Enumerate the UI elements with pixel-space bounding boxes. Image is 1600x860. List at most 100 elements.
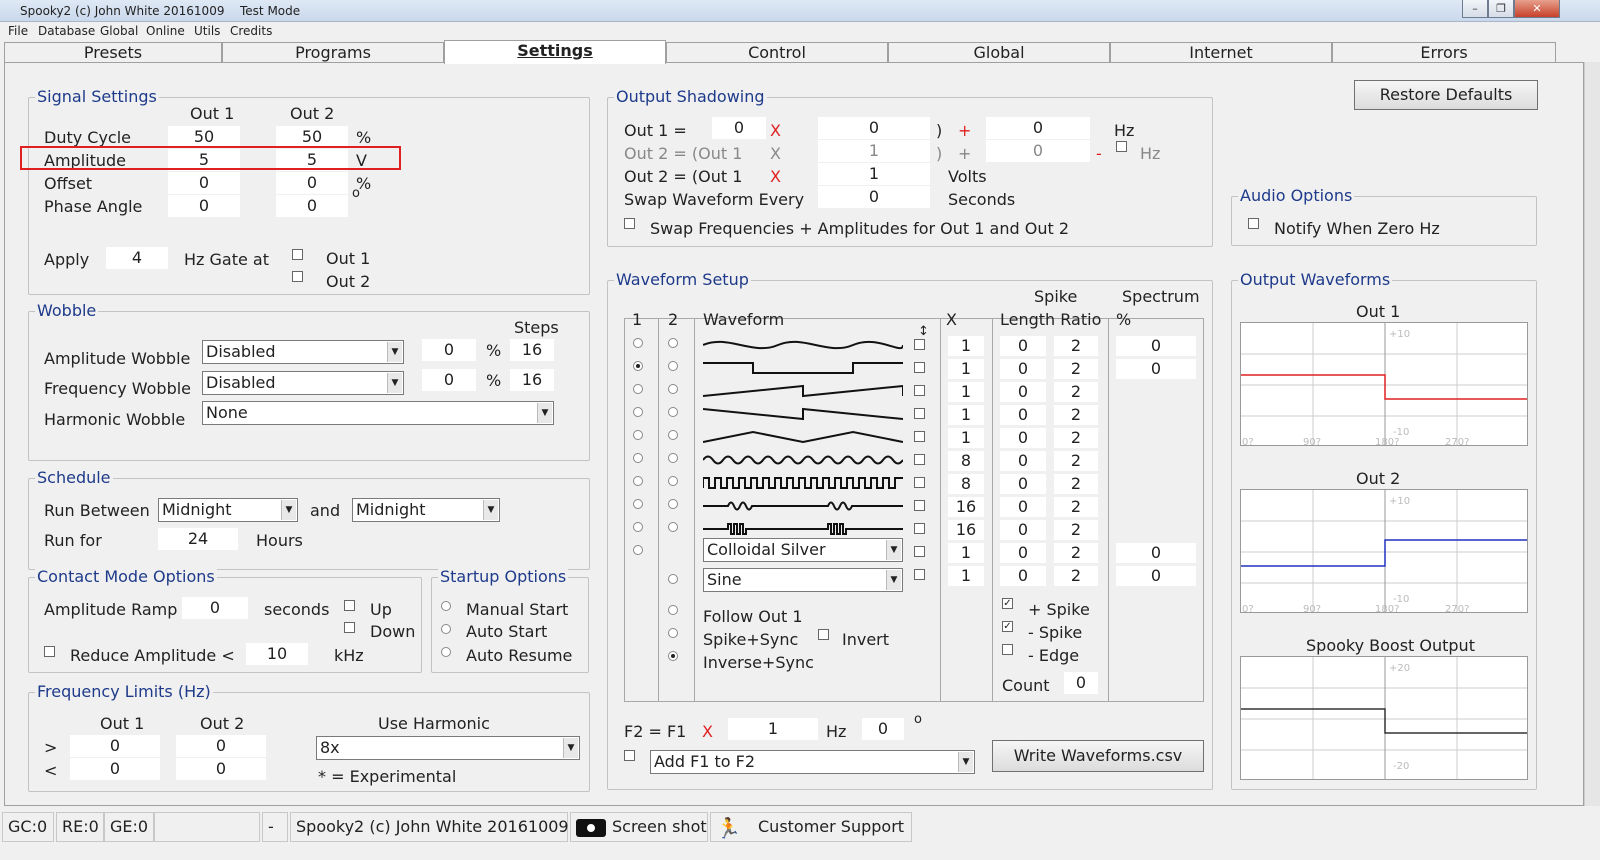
tab-programs[interactable]: Programs: [222, 42, 444, 62]
out2-waveform-radio[interactable]: [668, 453, 678, 463]
shadow-out2-c[interactable]: 0: [986, 140, 1090, 162]
multiplier-input[interactable]: 1: [948, 566, 984, 586]
waveform-preset-select[interactable]: Colloidal Silver ▼: [703, 538, 903, 562]
gate-out1-checkbox[interactable]: [292, 249, 303, 260]
multiplier-input[interactable]: 1: [948, 543, 984, 563]
restore-defaults-button[interactable]: Restore Defaults: [1354, 80, 1538, 110]
menu-credits[interactable]: Credits: [230, 24, 272, 38]
spike-length-input[interactable]: 0: [1000, 451, 1046, 471]
multiplier-input[interactable]: 8: [948, 474, 984, 494]
spike-ratio-input[interactable]: 2: [1054, 405, 1098, 425]
add-f1-select[interactable]: Add F1 to F2 ▼: [650, 750, 975, 774]
waveform-enable-checkbox[interactable]: [914, 523, 925, 534]
frequency-wobble-value-input[interactable]: 0: [422, 369, 476, 391]
out2-waveform-radio[interactable]: [668, 338, 678, 348]
out2-waveform-radio[interactable]: [668, 574, 678, 584]
harmonic-wobble-select[interactable]: None ▼: [202, 401, 554, 425]
multiplier-input[interactable]: 1: [948, 405, 984, 425]
minus-edge-checkbox[interactable]: [1002, 644, 1013, 655]
amplitude-wobble-select[interactable]: Disabled ▼: [202, 340, 404, 364]
out1-waveform-radio[interactable]: [633, 384, 643, 394]
upper-limit-out1[interactable]: 0: [70, 735, 160, 757]
f2-phase-input[interactable]: 0: [862, 718, 904, 740]
out1-waveform-radio[interactable]: [633, 361, 643, 371]
frequency-wobble-select[interactable]: Disabled ▼: [202, 371, 404, 395]
spike-ratio-input[interactable]: 2: [1054, 359, 1098, 379]
duty-cycle-out2[interactable]: 50: [276, 126, 348, 148]
customer-support-button[interactable]: 🏃 Customer Support: [710, 812, 912, 842]
auto-resume-radio[interactable]: [441, 647, 451, 657]
spike-length-input[interactable]: 0: [1000, 336, 1046, 356]
inverse-sync-radio[interactable]: [668, 651, 678, 661]
waveform-sine-select[interactable]: Sine ▼: [703, 568, 903, 592]
spike-length-input[interactable]: 0: [1000, 405, 1046, 425]
invert-checkbox[interactable]: [818, 629, 829, 640]
multiplier-input[interactable]: 16: [948, 520, 984, 540]
amplitude-wobble-steps[interactable]: 16: [510, 339, 554, 361]
reduce-amplitude-checkbox[interactable]: [44, 646, 55, 657]
ramp-up-checkbox[interactable]: [344, 600, 355, 611]
shadow-out1-b[interactable]: 0: [818, 117, 930, 139]
out1-waveform-radio[interactable]: [633, 522, 643, 532]
spike-length-input[interactable]: 0: [1000, 359, 1046, 379]
waveform-enable-checkbox[interactable]: [914, 569, 925, 580]
waveform-enable-checkbox[interactable]: [914, 339, 925, 350]
spike-ratio-input[interactable]: 2: [1054, 382, 1098, 402]
frequency-wobble-steps[interactable]: 16: [510, 369, 554, 391]
spike-ratio-input[interactable]: 2: [1054, 497, 1098, 517]
multiplier-input[interactable]: 1: [948, 428, 984, 448]
multiplier-input[interactable]: 8: [948, 451, 984, 471]
out2-waveform-radio[interactable]: [668, 407, 678, 417]
swap-waveform-seconds[interactable]: 0: [818, 186, 930, 208]
menu-utils[interactable]: Utils: [194, 24, 220, 38]
out2-waveform-radio[interactable]: [668, 361, 678, 371]
out2-waveform-radio[interactable]: [668, 499, 678, 509]
gate-hz-input[interactable]: 4: [106, 247, 168, 269]
gate-out2-checkbox[interactable]: [292, 271, 303, 282]
spike-ratio-input[interactable]: 2: [1054, 451, 1098, 471]
phase-angle-out1[interactable]: 0: [168, 195, 240, 217]
menu-global[interactable]: Global: [100, 24, 138, 38]
spike-ratio-input[interactable]: 2: [1054, 474, 1098, 494]
tab-settings[interactable]: Settings: [444, 40, 666, 64]
out2-waveform-radio[interactable]: [668, 384, 678, 394]
duty-cycle-out1[interactable]: 50: [168, 126, 240, 148]
out1-waveform-radio[interactable]: [633, 476, 643, 486]
shadow-negate-checkbox[interactable]: [1116, 141, 1127, 152]
tab-presets[interactable]: Presets: [4, 42, 222, 62]
spike-length-input[interactable]: 0: [1000, 543, 1046, 563]
run-for-hours-input[interactable]: 24: [158, 528, 238, 550]
write-waveforms-button[interactable]: Write Waveforms.csv: [992, 740, 1204, 772]
upper-limit-out2[interactable]: 0: [176, 735, 266, 757]
manual-start-radio[interactable]: [441, 601, 451, 611]
minimize-button[interactable]: –: [1462, 0, 1488, 18]
waveform-enable-checkbox[interactable]: [914, 408, 925, 419]
screenshot-button[interactable]: Screen shot: [570, 812, 708, 842]
close-button[interactable]: ✕: [1514, 0, 1560, 18]
waveform-enable-checkbox[interactable]: [914, 500, 925, 511]
minus-spike-checkbox[interactable]: ✓: [1002, 621, 1013, 632]
offset-out1[interactable]: 0: [168, 172, 240, 194]
waveform-enable-checkbox[interactable]: [914, 431, 925, 442]
maximize-button[interactable]: ❐: [1488, 0, 1514, 18]
waveform-enable-checkbox[interactable]: [914, 362, 925, 373]
out1-waveform-radio[interactable]: [633, 545, 643, 555]
out1-waveform-radio[interactable]: [633, 407, 643, 417]
spike-ratio-input[interactable]: 2: [1054, 520, 1098, 540]
waveform-enable-checkbox[interactable]: [914, 385, 925, 396]
plus-spike-checkbox[interactable]: ✓: [1002, 598, 1013, 609]
out1-waveform-radio[interactable]: [633, 453, 643, 463]
shadow-volts-b[interactable]: 1: [818, 163, 930, 185]
auto-start-radio[interactable]: [441, 624, 451, 634]
spike-length-input[interactable]: 0: [1000, 520, 1046, 540]
spike-ratio-input[interactable]: 2: [1054, 566, 1098, 586]
spike-ratio-input[interactable]: 2: [1054, 543, 1098, 563]
spike-ratio-input[interactable]: 2: [1054, 428, 1098, 448]
out2-waveform-radio[interactable]: [668, 430, 678, 440]
tab-control[interactable]: Control: [666, 42, 888, 62]
out2-waveform-radio[interactable]: [668, 522, 678, 532]
spectrum-input[interactable]: 0: [1116, 336, 1196, 356]
phase-angle-out2[interactable]: 0: [276, 195, 348, 217]
lower-limit-out1[interactable]: 0: [70, 758, 160, 780]
swap-freq-checkbox[interactable]: [624, 218, 635, 229]
